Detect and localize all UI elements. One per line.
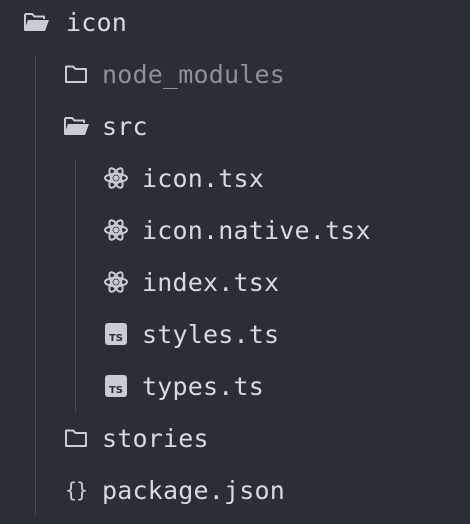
tree-item-label: icon.native.tsx [142,215,371,245]
react-icon [102,164,130,192]
tree-item-label: icon [66,7,128,37]
tree-item-index-tsx[interactable]: index.tsx [0,256,279,308]
ts-badge: TS [105,323,127,345]
tree-item-types-ts[interactable]: TS types.ts [0,360,264,412]
tree-item-label: stories [102,423,209,453]
tree-item-src-folder[interactable]: src [0,100,148,152]
typescript-icon: TS [102,372,130,400]
tree-item-label: node_modules [102,59,286,89]
tree-item-icon-tsx[interactable]: icon.tsx [0,152,264,204]
folder-icon [62,424,90,452]
tree-item-icon-native-tsx[interactable]: icon.native.tsx [0,204,371,256]
tree-item-stories-folder[interactable]: stories [0,412,209,464]
tree-item-label: src [102,111,148,141]
react-icon [102,268,130,296]
folder-open-icon [22,8,50,36]
tree-item-label: package.json [102,475,286,505]
folder-open-icon [62,112,90,140]
tree-item-styles-ts[interactable]: TS styles.ts [0,308,279,360]
json-braces-icon: {} [62,476,90,504]
tree-item-package-json[interactable]: {} package.json [0,464,285,516]
file-explorer-tree: icon node_modules src icon.tsx icon.nati… [0,0,470,524]
tree-item-icon-folder[interactable]: icon [0,0,127,48]
folder-icon [62,60,90,88]
react-icon [102,216,130,244]
braces-glyph: {} [64,478,88,502]
tree-item-label: icon.tsx [142,163,265,193]
tree-item-label: index.tsx [142,267,280,297]
tree-item-label: types.ts [142,371,265,401]
ts-badge: TS [105,375,127,397]
tree-item-node-modules[interactable]: node_modules [0,48,285,100]
typescript-icon: TS [102,320,130,348]
tree-item-label: styles.ts [142,319,280,349]
